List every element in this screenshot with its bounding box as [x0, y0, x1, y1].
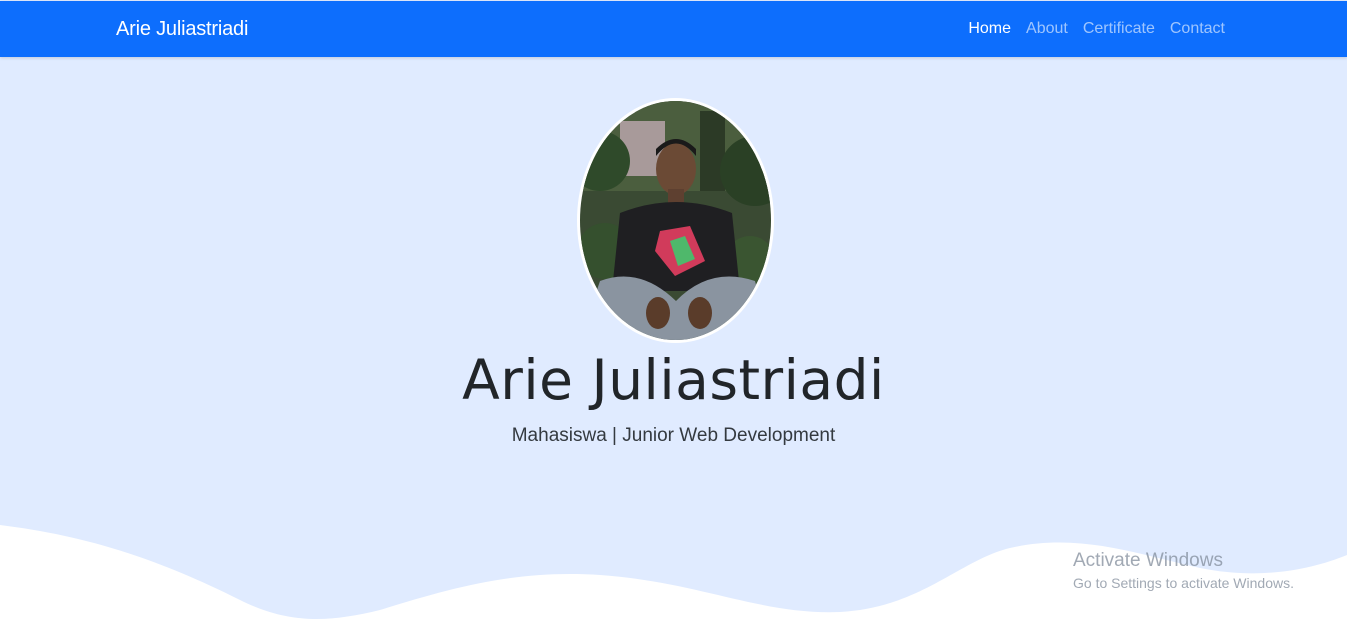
watermark-subtitle: Go to Settings to activate Windows. — [1073, 575, 1294, 591]
avatar — [577, 98, 774, 343]
watermark-title: Activate Windows — [1073, 550, 1223, 571]
brand-link[interactable]: Arie Juliastriadi — [116, 18, 248, 41]
nav-link-certificate[interactable]: Certificate — [1083, 20, 1155, 38]
profile-photo-image — [580, 101, 771, 340]
profile-photo — [580, 101, 771, 340]
hero-subtitle: Mahasiswa | Junior Web Development — [511, 425, 836, 446]
hero-name: Arie Juliastriadi — [462, 348, 885, 412]
nav-link-home[interactable]: Home — [968, 20, 1011, 38]
windows-activation-watermark: Activate Windows Go to Settings to activ… — [1073, 550, 1294, 591]
nav-links: Home About Certificate Contact — [968, 20, 1225, 38]
nav-link-about[interactable]: About — [1026, 20, 1068, 38]
nav-link-contact[interactable]: Contact — [1170, 20, 1225, 38]
navbar: Arie Juliastriadi Home About Certificate… — [0, 1, 1347, 57]
